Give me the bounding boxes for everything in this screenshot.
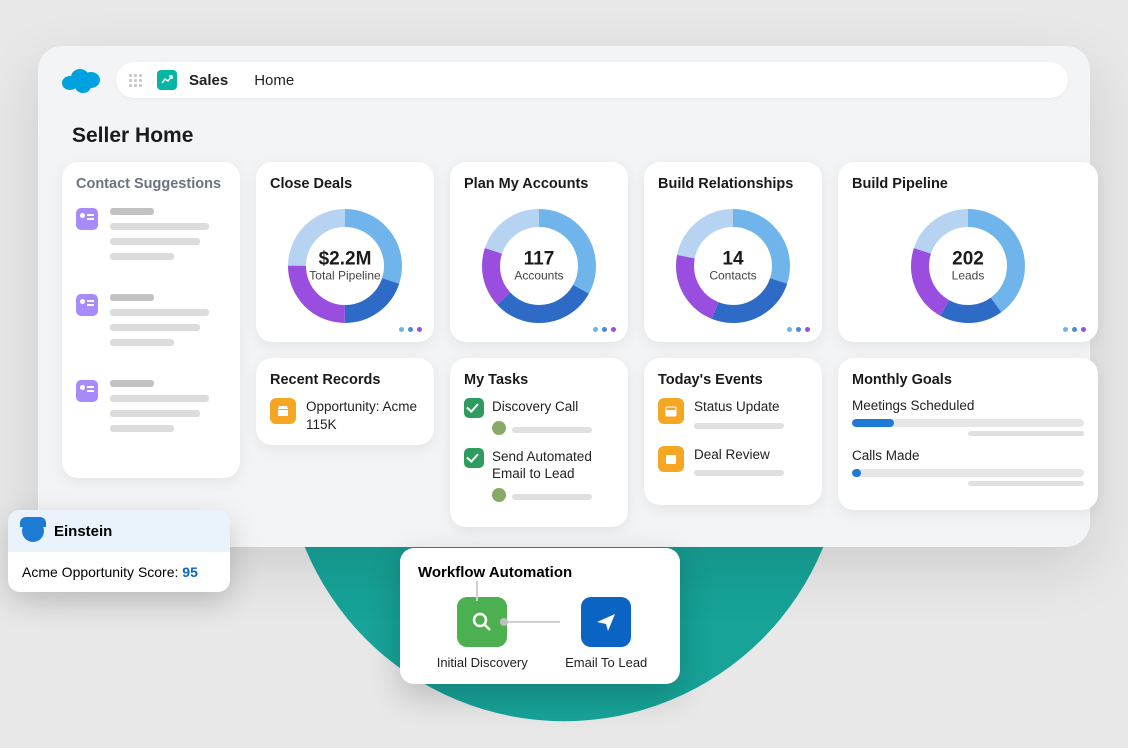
goal-label: Meetings Scheduled bbox=[852, 398, 1084, 413]
topbar: Sales Home bbox=[38, 46, 1090, 110]
suggestion-item[interactable] bbox=[76, 208, 226, 268]
calendar-icon bbox=[658, 398, 684, 424]
pager-dots[interactable] bbox=[593, 327, 616, 332]
task-label: Discovery Call bbox=[492, 398, 614, 416]
sales-app-icon bbox=[157, 70, 177, 90]
monthly-goals-title: Monthly Goals bbox=[852, 372, 1084, 388]
task-item[interactable]: Discovery Call bbox=[464, 398, 614, 438]
opportunity-icon bbox=[270, 398, 296, 424]
workflow-node-label: Email To Lead bbox=[565, 655, 647, 670]
workflow-node-email[interactable]: Email To Lead bbox=[565, 597, 647, 670]
suggestion-item[interactable] bbox=[76, 380, 226, 440]
avatar-icon bbox=[492, 421, 506, 435]
send-icon bbox=[581, 597, 631, 647]
event-label: Status Update bbox=[694, 398, 808, 416]
checkbox-checked-icon[interactable] bbox=[464, 398, 484, 418]
donut-chart: 202Leads bbox=[852, 202, 1084, 330]
progress-bar bbox=[852, 469, 1084, 477]
avatar-icon bbox=[492, 488, 506, 502]
contact-card-icon bbox=[76, 208, 98, 230]
donut-chart: 117Accounts bbox=[464, 202, 614, 330]
metric-sublabel: Leads bbox=[952, 269, 985, 282]
recent-records-title: Recent Records bbox=[270, 372, 420, 388]
task-item[interactable]: Send Automated Email to Lead bbox=[464, 448, 614, 505]
metric-title: Build Relationships bbox=[658, 176, 808, 192]
pager-dots[interactable] bbox=[399, 327, 422, 332]
metric-title: Close Deals bbox=[270, 176, 420, 192]
workflow-connector-icon bbox=[476, 581, 478, 601]
goal-label: Calls Made bbox=[852, 448, 1084, 463]
metric-card-plan-accounts[interactable]: Plan My Accounts 117Accounts bbox=[450, 162, 628, 342]
metric-sublabel: Accounts bbox=[514, 269, 563, 282]
metric-value: 14 bbox=[709, 249, 756, 269]
nav-home[interactable]: Home bbox=[254, 72, 294, 89]
metric-value: 202 bbox=[952, 249, 985, 269]
einstein-score-value: 95 bbox=[182, 564, 198, 580]
my-tasks-card: My Tasks Discovery Call Send Automated E… bbox=[450, 358, 628, 527]
progress-bar bbox=[852, 419, 1084, 427]
salesforce-logo-icon bbox=[60, 65, 102, 95]
app-name[interactable]: Sales bbox=[189, 72, 228, 89]
einstein-title: Einstein bbox=[54, 523, 112, 540]
workflow-node-discovery[interactable]: Initial Discovery bbox=[437, 597, 528, 670]
contact-card-icon bbox=[76, 294, 98, 316]
monthly-goals-card: Monthly Goals Meetings Scheduled Calls M… bbox=[838, 358, 1098, 510]
calendar-icon bbox=[658, 446, 684, 472]
my-tasks-title: My Tasks bbox=[464, 372, 614, 388]
donut-chart: 14Contacts bbox=[658, 202, 808, 330]
donut-chart: $2.2MTotal Pipeline bbox=[270, 202, 420, 330]
metric-card-pipeline[interactable]: Build Pipeline 202Leads bbox=[838, 162, 1098, 342]
task-label: Send Automated Email to Lead bbox=[492, 448, 614, 483]
event-label: Deal Review bbox=[694, 446, 808, 464]
contact-suggestions-title: Contact Suggestions bbox=[76, 176, 226, 192]
todays-events-card: Today's Events Status Update Deal Review bbox=[644, 358, 822, 505]
contact-card-icon bbox=[76, 380, 98, 402]
pager-dots[interactable] bbox=[787, 327, 810, 332]
metric-card-close-deals[interactable]: Close Deals $2.2MTotal Pipeline bbox=[256, 162, 434, 342]
dashboard-grid: Close Deals $2.2MTotal Pipeline Plan My … bbox=[38, 162, 1090, 527]
app-window: Sales Home Seller Home Close Deals $2.2M… bbox=[38, 46, 1090, 547]
metric-value: 117 bbox=[514, 249, 563, 269]
metric-value: $2.2M bbox=[309, 249, 380, 269]
page-title: Seller Home bbox=[38, 110, 1090, 162]
nav-pill: Sales Home bbox=[116, 62, 1068, 98]
goal-item: Meetings Scheduled bbox=[852, 398, 1084, 436]
event-item[interactable]: Status Update bbox=[658, 398, 808, 434]
suggestion-item[interactable] bbox=[76, 294, 226, 354]
metric-card-relationships[interactable]: Build Relationships 14Contacts bbox=[644, 162, 822, 342]
app-launcher-icon[interactable] bbox=[126, 71, 145, 90]
einstein-header: Einstein bbox=[8, 510, 230, 552]
metric-sublabel: Contacts bbox=[709, 269, 756, 282]
recent-record-item[interactable]: Opportunity: Acme 115K bbox=[270, 398, 420, 433]
einstein-icon bbox=[22, 520, 44, 542]
recent-record-label: Opportunity: Acme 115K bbox=[306, 398, 420, 433]
recent-records-card: Recent Records Opportunity: Acme 115K bbox=[256, 358, 434, 445]
einstein-panel[interactable]: Einstein Acme Opportunity Score: 95 bbox=[8, 510, 230, 592]
metric-title: Plan My Accounts bbox=[464, 176, 614, 192]
workflow-automation-panel[interactable]: Workflow Automation Initial Discovery Em… bbox=[400, 548, 680, 684]
contact-suggestions-card: Contact Suggestions bbox=[62, 162, 240, 478]
todays-events-title: Today's Events bbox=[658, 372, 808, 388]
workflow-title: Workflow Automation bbox=[418, 564, 666, 581]
workflow-connector-icon bbox=[504, 621, 560, 623]
metric-title: Build Pipeline bbox=[852, 176, 1084, 192]
event-item[interactable]: Deal Review bbox=[658, 446, 808, 482]
checkbox-checked-icon[interactable] bbox=[464, 448, 484, 468]
workflow-node-label: Initial Discovery bbox=[437, 655, 528, 670]
metric-sublabel: Total Pipeline bbox=[309, 269, 380, 282]
goal-item: Calls Made bbox=[852, 448, 1084, 486]
pager-dots[interactable] bbox=[1063, 327, 1086, 332]
einstein-score-text: Acme Opportunity Score: bbox=[22, 564, 182, 580]
einstein-body: Acme Opportunity Score: 95 bbox=[8, 552, 230, 592]
